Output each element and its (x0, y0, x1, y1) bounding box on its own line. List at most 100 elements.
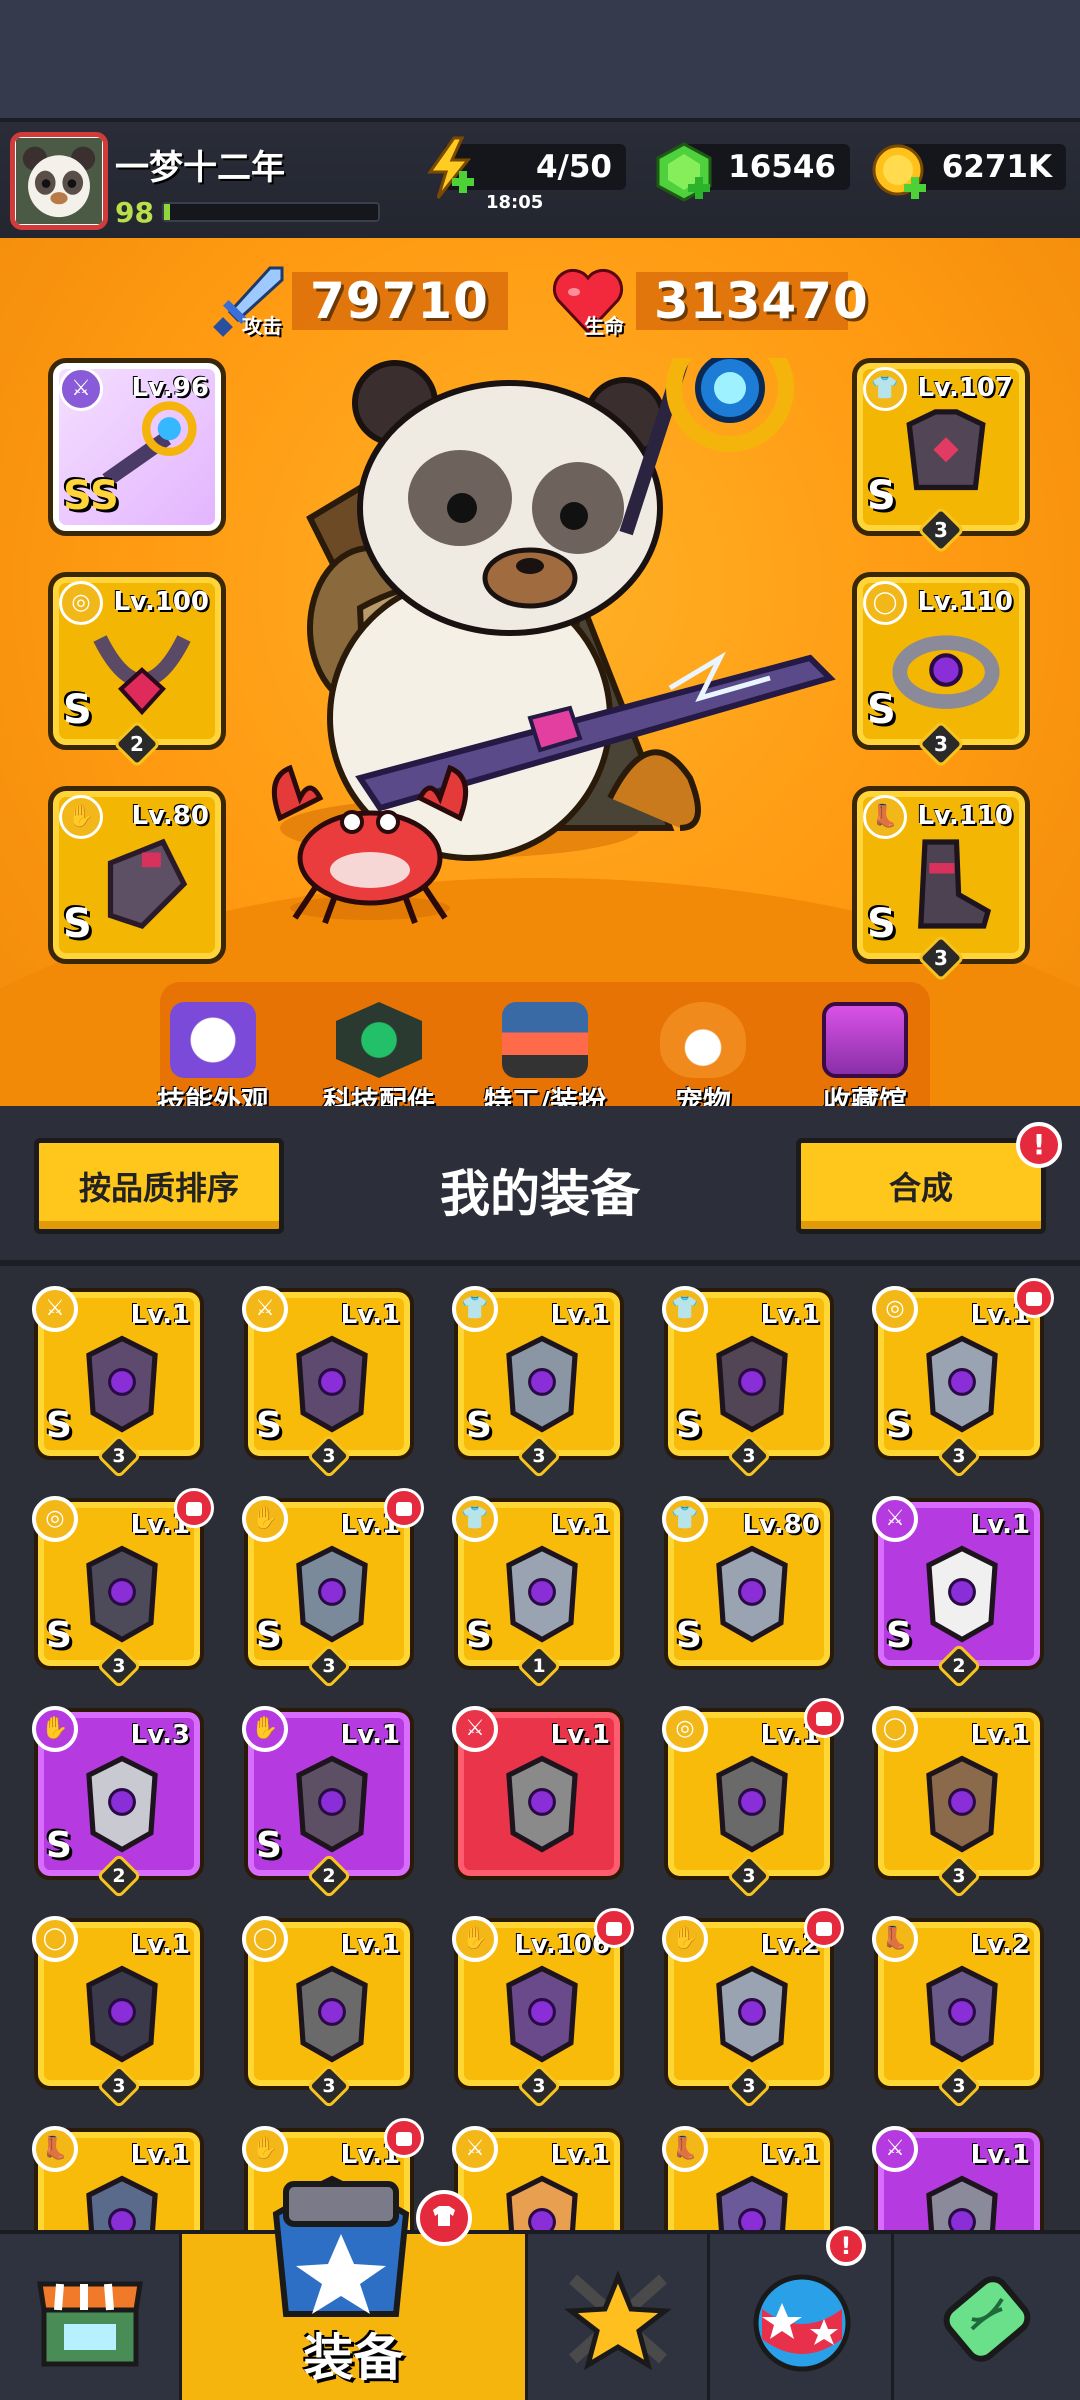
gold-coin-icon[interactable] (868, 140, 932, 204)
inventory-item[interactable]: ⚔ Lv.1 (452, 2126, 624, 2230)
shiba-pet-icon (660, 1002, 746, 1078)
new-item-badge (384, 1488, 424, 1528)
item-icon (926, 1965, 998, 2063)
slot-grade: S (867, 473, 896, 519)
equipment-new-badge (416, 2190, 472, 2246)
item-grade: S (676, 1615, 702, 1656)
item-icon (716, 1755, 788, 1853)
inventory-item[interactable]: ✋ Lv.1 S 2 (242, 1706, 414, 1899)
item-icon (86, 2175, 158, 2230)
item-icon (716, 1335, 788, 1433)
item-icon (506, 1965, 578, 2063)
item-icon (926, 1545, 998, 1643)
item-grade: S (886, 1405, 912, 1446)
hero-showcase: 攻击 79710 生命 313470 ⚔ Lv.96 SS ◎ Lv.100 S… (0, 238, 1080, 1106)
green-gem-icon[interactable] (652, 140, 716, 204)
menu-label: 科技配件 (322, 1085, 435, 1106)
inventory-item[interactable]: ◎ Lv.1 3 (662, 1698, 844, 1899)
inventory-grid[interactable]: ⚔ Lv.1 S 3 ⚔ Lv.1 S 3 👕 Lv.1 S 3 👕 Lv.1 S 3 ◎ Lv.1 S 3 ◎ Lv.1… (0, 1272, 1080, 2230)
attack-label: 攻击 (242, 314, 282, 338)
item-icon (926, 2175, 998, 2230)
inventory-item[interactable]: 👕 Lv.1 S 3 (452, 1286, 624, 1479)
inventory-item[interactable]: ⚔ Lv.1 (872, 2126, 1044, 2230)
hp-value: 313470 (636, 272, 868, 330)
inventory-item[interactable]: 👕 Lv.1 S 3 (662, 1286, 834, 1479)
sort-by-quality-button[interactable]: 按品质排序 (34, 1138, 284, 1234)
inventory-item[interactable]: ◯ Lv.1 3 (242, 1916, 414, 2109)
menu-pets[interactable]: 宠物 (628, 1002, 778, 1106)
equipped-gloves-slot[interactable]: ✋ Lv.80 S (48, 786, 226, 964)
tech-part-icon (336, 1002, 422, 1078)
equipped-necklace-slot[interactable]: ◎ Lv.100 S 2 (48, 572, 226, 769)
menu-skill-skins[interactable]: 技能外观 (138, 1002, 288, 1106)
new-item-badge (1014, 1278, 1054, 1318)
nav-lab[interactable] (896, 2234, 1078, 2400)
skill-skin-icon (170, 1002, 256, 1078)
inventory-item[interactable]: ⚔ Lv.1 S 3 (242, 1286, 414, 1479)
energy-timer: 18:05 (486, 192, 544, 213)
equipped-boots-slot[interactable]: 👢 Lv.110 S 3 (852, 786, 1030, 983)
inventory-item[interactable]: ⚔ Lv.1 (452, 1706, 624, 1880)
slot-grade: S (867, 901, 896, 947)
xp-bar (162, 202, 380, 222)
equipped-ring-slot[interactable]: ◯ Lv.110 S 3 (852, 572, 1030, 769)
menu-label: 收藏馆 (822, 1085, 907, 1106)
new-item-badge (174, 1488, 214, 1528)
inventory-item[interactable]: ◎ Lv.1 S 3 (32, 1488, 214, 1689)
gems-value: 16546 (728, 149, 836, 185)
inventory-item[interactable]: 👢 Lv.1 (662, 2126, 834, 2230)
menu-label: 技能外观 (156, 1085, 269, 1106)
inventory-item[interactable]: 👕 Lv.1 S 1 (452, 1496, 624, 1689)
crab-pet (271, 764, 469, 925)
nav-equipment-label: 装备 (303, 2329, 404, 2387)
necklace-item-icon (93, 635, 191, 716)
agent-outfit-icon (502, 1002, 588, 1078)
merge-button[interactable]: 合成 (796, 1138, 1046, 1234)
item-grade: S (466, 1405, 492, 1446)
new-item-badge (804, 1908, 844, 1948)
inventory-item[interactable]: ✋ Lv.106 3 (452, 1908, 634, 2109)
nav-events[interactable]: ! (712, 2226, 894, 2400)
boots-item-icon (918, 839, 992, 929)
menu-tech-parts[interactable]: 科技配件 (304, 1002, 454, 1106)
item-icon (296, 1335, 368, 1433)
inventory-item[interactable]: ✋ Lv.2 3 (662, 1908, 844, 2109)
shop-stall-icon (36, 2281, 143, 2367)
panda-avatar-icon (16, 138, 102, 224)
nav-shop[interactable] (0, 2234, 182, 2400)
inventory-item[interactable]: ✋ Lv.1 S 3 (242, 1488, 424, 1689)
inventory-item[interactable]: 👕 Lv.80 S (662, 1496, 834, 1670)
item-grade: S (46, 1615, 72, 1656)
player-avatar[interactable] (10, 132, 108, 230)
nav-battle[interactable] (528, 2234, 710, 2400)
hp-label: 生命 (584, 314, 624, 338)
inventory-item[interactable]: ◯ Lv.1 3 (872, 1706, 1044, 1899)
inventory-item[interactable]: 👢 Lv.2 3 (872, 1916, 1044, 2109)
item-grade: S (466, 1615, 492, 1656)
inventory-item[interactable]: ⚔ Lv.1 S 2 (872, 1496, 1044, 1689)
events-alert-badge: ! (826, 2226, 866, 2266)
inventory-item[interactable]: ⚔ Lv.1 S 3 (32, 1286, 204, 1479)
inventory-item[interactable]: ◯ Lv.1 3 (32, 1916, 204, 2109)
shirt-icon (433, 2206, 455, 2226)
item-icon (716, 1965, 788, 2063)
crossed-swords-star-icon (563, 2270, 672, 2371)
item-grade: S (676, 1405, 702, 1446)
menu-collection[interactable]: 收藏馆 (790, 1002, 940, 1106)
item-icon (926, 1755, 998, 1853)
collection-cabinet-icon (822, 1002, 908, 1078)
coins-value: 6271K (941, 149, 1052, 185)
inventory-item[interactable]: 👢 Lv.1 (32, 2126, 204, 2230)
menu-agent-outfit[interactable]: 特工/装扮 (470, 1002, 620, 1106)
energy-bolt-icon[interactable] (418, 136, 482, 200)
player-level: 98 (115, 196, 154, 229)
nav-equipment[interactable]: 装备 (182, 2181, 528, 2400)
item-grade: S (256, 1825, 282, 1866)
status-bar (0, 0, 1080, 118)
item-icon (506, 1545, 578, 1643)
inventory-item[interactable]: ✋ Lv.3 S 2 (32, 1706, 204, 1899)
inventory-item[interactable]: ◎ Lv.1 S 3 (872, 1278, 1054, 1479)
attack-value: 79710 (292, 272, 508, 330)
equipped-armor-slot[interactable]: 👕 Lv.107 S 3 (852, 358, 1030, 555)
equipped-weapon-slot[interactable]: ⚔ Lv.96 SS (48, 358, 226, 536)
